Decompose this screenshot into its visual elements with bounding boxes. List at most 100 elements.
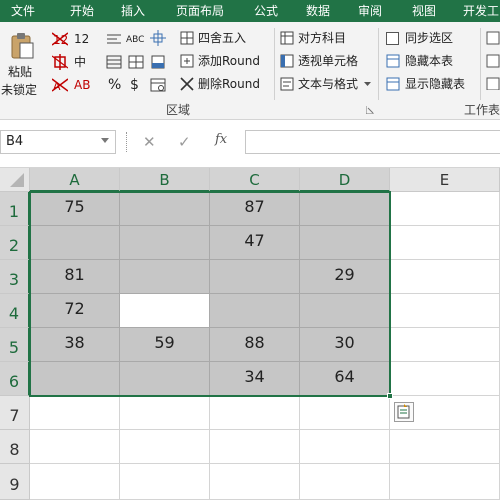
cell-d8[interactable] [300, 430, 390, 464]
cell-e9[interactable] [390, 464, 500, 500]
cell-a9[interactable] [30, 464, 120, 500]
cell-c9[interactable] [210, 464, 300, 500]
tab-developer[interactable]: 开发工 [463, 0, 499, 22]
cell-d9[interactable] [300, 464, 390, 500]
confirm-icon[interactable]: ✓ [178, 133, 191, 151]
cell-e8[interactable] [390, 430, 500, 464]
column-header-b[interactable]: B [120, 168, 210, 192]
row-header-7[interactable]: 7 [0, 396, 30, 430]
cell-d3[interactable]: 29 [300, 260, 390, 294]
cell-e3[interactable] [390, 260, 500, 294]
tab-data[interactable]: 数据 [306, 0, 330, 22]
row-header-5[interactable]: 5 [0, 328, 30, 362]
cell-e2[interactable] [390, 226, 500, 260]
cell-a6[interactable] [30, 362, 120, 396]
cell-d5[interactable]: 30 [300, 328, 390, 362]
cell-e1[interactable] [390, 192, 500, 226]
cell-c6[interactable]: 34 [210, 362, 300, 396]
subject-button[interactable]: 对方科目 [280, 30, 372, 48]
tab-view[interactable]: 视图 [412, 0, 436, 22]
percent-icon[interactable]: % [108, 77, 121, 93]
tab-insert[interactable]: 插入 [121, 0, 145, 22]
abc-format-icon[interactable]: ABC [126, 32, 144, 48]
calendar-icon[interactable] [150, 77, 166, 93]
round-button[interactable]: 四舍五入 [178, 30, 270, 48]
tab-file[interactable]: 文件 [11, 0, 35, 22]
delete-round-button[interactable]: 删除Round [178, 76, 270, 94]
row-header-8[interactable]: 8 [0, 430, 30, 464]
name-box[interactable]: B4 [0, 130, 116, 154]
chevron-down-icon[interactable] [101, 138, 109, 143]
cell-b7[interactable] [120, 396, 210, 430]
dialog-launcher-icon[interactable] [366, 106, 374, 114]
cancel-icon[interactable]: ✕ [143, 133, 156, 151]
quick-analysis-button[interactable] [394, 402, 414, 422]
strike-ab-button[interactable]: A AB [52, 76, 94, 94]
table-icon[interactable] [128, 55, 144, 69]
cell-b4[interactable] [120, 294, 210, 328]
cell-d2[interactable] [300, 226, 390, 260]
cell-c1[interactable]: 87 [210, 192, 300, 226]
hide-sheet-button[interactable]: 隐藏本表 [386, 53, 476, 71]
strike-zhong-button[interactable]: 中 [52, 53, 94, 71]
column-header-c[interactable]: C [210, 168, 300, 192]
cell-a4[interactable]: 72 [30, 294, 120, 328]
cell-b5[interactable]: 59 [120, 328, 210, 362]
row-header-3[interactable]: 3 [0, 260, 30, 294]
formula-input[interactable] [245, 130, 500, 154]
cell-b2[interactable] [120, 226, 210, 260]
cell-b3[interactable] [120, 260, 210, 294]
crosshair-icon[interactable] [150, 30, 166, 46]
cell-c3[interactable] [210, 260, 300, 294]
list-icon[interactable] [106, 55, 122, 69]
show-hidden-button[interactable]: 显示隐藏表 [386, 76, 476, 94]
column-header-e[interactable]: E [390, 168, 500, 192]
currency-icon[interactable]: $ [130, 77, 139, 93]
strike-12-button[interactable]: 12 12 [52, 30, 94, 48]
add-round-button[interactable]: 添加Round [178, 53, 270, 71]
align-icon[interactable] [106, 32, 122, 46]
more-icon[interactable] [486, 30, 500, 90]
row-header-4[interactable]: 4 [0, 294, 30, 328]
row-header-6[interactable]: 6 [0, 362, 30, 396]
cell-d7[interactable] [300, 396, 390, 430]
cell-e6[interactable] [390, 362, 500, 396]
fill-handle[interactable] [387, 393, 393, 399]
cell-c2[interactable]: 47 [210, 226, 300, 260]
cell-e4[interactable] [390, 294, 500, 328]
cell-c5[interactable]: 88 [210, 328, 300, 362]
cell-a2[interactable] [30, 226, 120, 260]
formula-bar-splitter[interactable] [126, 132, 128, 152]
tab-home[interactable]: 开始 [70, 0, 94, 22]
cell-b9[interactable] [120, 464, 210, 500]
cell-d6[interactable]: 64 [300, 362, 390, 396]
cell-a3[interactable]: 81 [30, 260, 120, 294]
tab-page-layout[interactable]: 页面布局 [176, 0, 224, 22]
row-header-2[interactable]: 2 [0, 226, 30, 260]
cell-c7[interactable] [210, 396, 300, 430]
cell-a7[interactable] [30, 396, 120, 430]
cell-a1[interactable]: 75 [30, 192, 120, 226]
insert-function-icon[interactable]: fx [215, 132, 227, 147]
cell-a8[interactable] [30, 430, 120, 464]
select-all-button[interactable] [0, 168, 30, 192]
cell-d1[interactable] [300, 192, 390, 226]
row-header-1[interactable]: 1 [0, 192, 30, 226]
cell-a5[interactable]: 38 [30, 328, 120, 362]
column-header-a[interactable]: A [30, 168, 120, 192]
paste-button[interactable]: 粘贴 未锁定 [0, 30, 44, 98]
column-header-d[interactable]: D [300, 168, 390, 192]
row-header-9[interactable]: 9 [0, 464, 30, 500]
sync-select-button[interactable]: 同步选区 [386, 30, 476, 48]
cell-c8[interactable] [210, 430, 300, 464]
cell-e5[interactable] [390, 328, 500, 362]
cell-b6[interactable] [120, 362, 210, 396]
cell-b1[interactable] [120, 192, 210, 226]
cell-b8[interactable] [120, 430, 210, 464]
fill-icon[interactable] [150, 54, 166, 70]
text-format-button[interactable]: 文本与格式 [280, 76, 372, 94]
cell-c4[interactable] [210, 294, 300, 328]
tab-review[interactable]: 审阅 [358, 0, 382, 22]
pivot-button[interactable]: 透视单元格 [280, 53, 372, 71]
cell-d4[interactable] [300, 294, 390, 328]
